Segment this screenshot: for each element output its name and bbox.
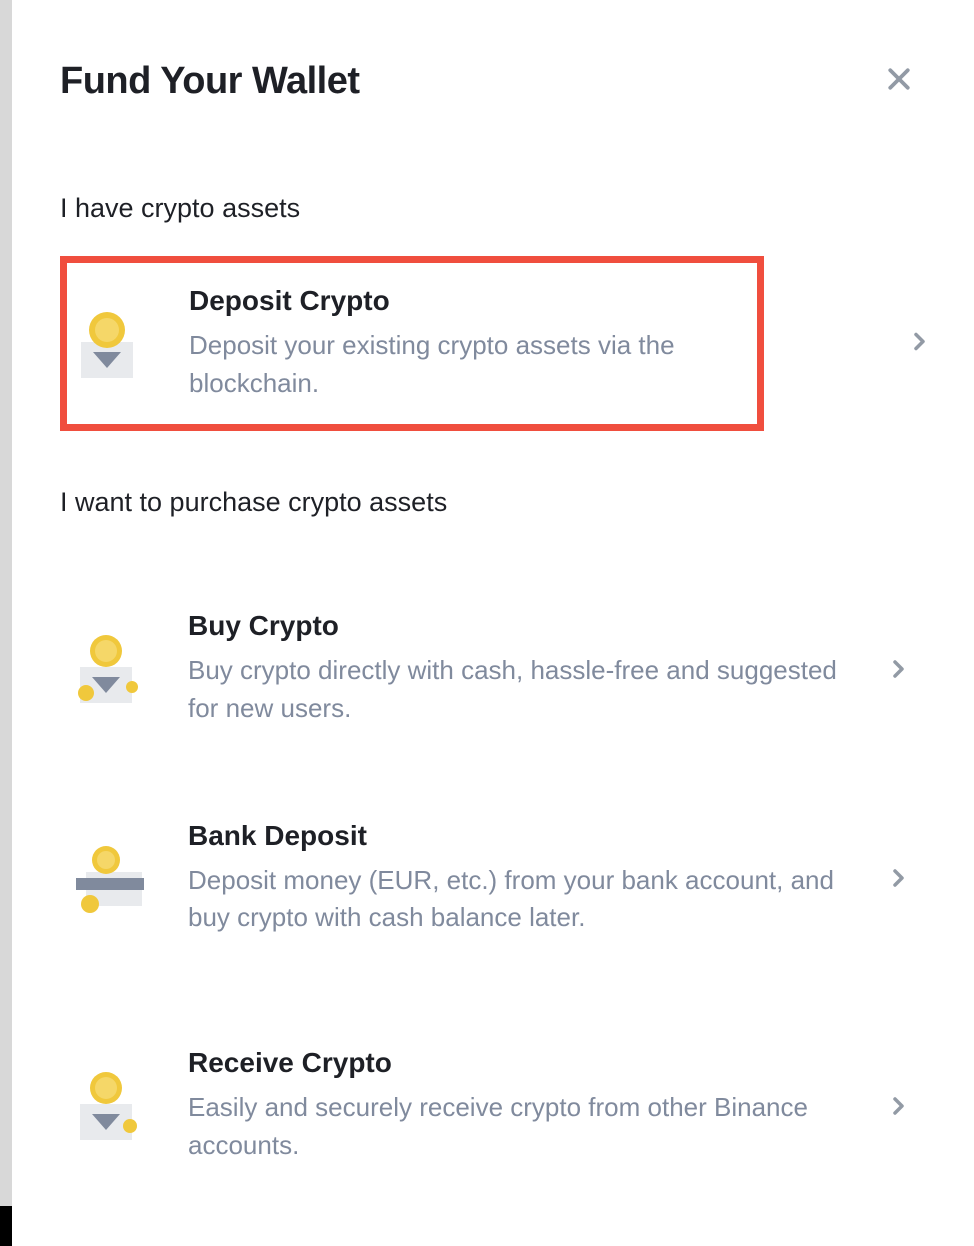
option-title: Bank Deposit (188, 820, 866, 852)
left-scrollbar-track (0, 0, 12, 1246)
modal-header: Fund Your Wallet (60, 60, 918, 103)
chevron-right-icon (886, 1094, 910, 1118)
option-text: Bank Deposit Deposit money (EUR, etc.) f… (188, 820, 886, 937)
close-button[interactable] (880, 60, 918, 103)
option-buy-crypto[interactable]: Buy Crypto Buy crypto directly with cash… (60, 590, 918, 747)
option-title: Deposit Crypto (189, 285, 735, 317)
option-text: Buy Crypto Buy crypto directly with cash… (188, 610, 886, 727)
option-receive-crypto[interactable]: Receive Crypto Easily and securely recei… (60, 1027, 918, 1184)
chevron-right-icon (886, 657, 910, 681)
receive-crypto-icon (76, 1070, 148, 1142)
option-text: Deposit Crypto Deposit your existing cry… (189, 285, 755, 402)
option-desc: Easily and securely receive crypto from … (188, 1089, 866, 1164)
modal-content: Fund Your Wallet I have crypto assets De… (0, 0, 974, 1233)
left-scrollbar-thumb[interactable] (0, 1206, 12, 1246)
close-icon (884, 64, 914, 94)
option-title: Receive Crypto (188, 1047, 866, 1079)
option-desc: Buy crypto directly with cash, hassle-fr… (188, 652, 866, 727)
section-label-have-assets: I have crypto assets (60, 193, 918, 224)
page-title: Fund Your Wallet (60, 60, 360, 103)
bank-deposit-icon (76, 842, 148, 914)
chevron-right-icon (907, 329, 931, 353)
option-title: Buy Crypto (188, 610, 866, 642)
deposit-crypto-icon (77, 308, 149, 380)
option-desc: Deposit your existing crypto assets via … (189, 327, 735, 402)
buy-crypto-icon (76, 633, 148, 705)
option-text: Receive Crypto Easily and securely recei… (188, 1047, 886, 1164)
chevron-right-icon (886, 866, 910, 890)
chevron-container (907, 329, 931, 358)
section-label-purchase: I want to purchase crypto assets (60, 487, 918, 518)
option-deposit-crypto[interactable]: Deposit Crypto Deposit your existing cry… (60, 256, 764, 431)
option-desc: Deposit money (EUR, etc.) from your bank… (188, 862, 866, 937)
option-bank-deposit[interactable]: Bank Deposit Deposit money (EUR, etc.) f… (60, 800, 918, 957)
